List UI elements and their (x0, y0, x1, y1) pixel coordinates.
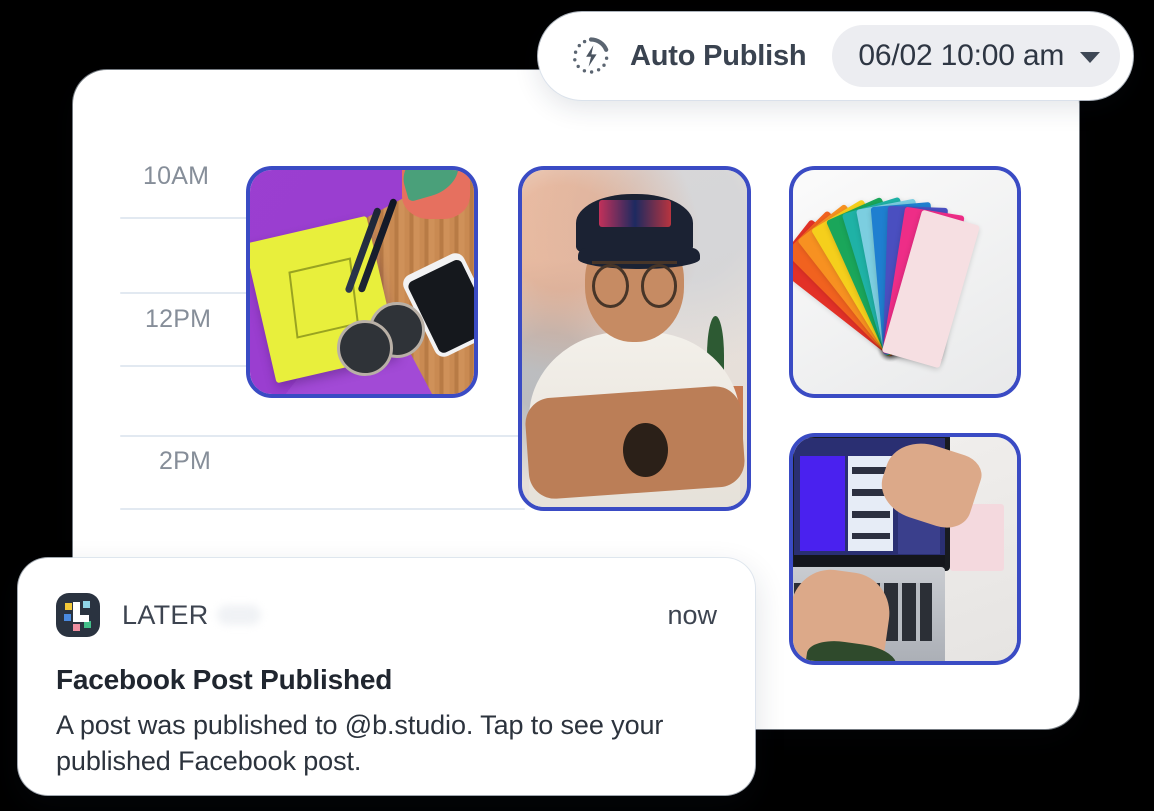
auto-publish-bolt-icon (570, 35, 612, 77)
schedule-datetime-chip[interactable]: 06/02 10:00 am (832, 25, 1121, 87)
notification-timestamp: now (667, 599, 717, 630)
notification-title: Facebook Post Published (56, 664, 393, 695)
notification-header: LATER now (56, 592, 717, 638)
post-thumbnail-flatlay[interactable] (246, 166, 478, 398)
cap-patch (598, 200, 671, 228)
auto-publish-label: Auto Publish (630, 39, 807, 72)
laptop-photo (793, 437, 1017, 661)
time-label-12pm: 12PM (145, 305, 212, 333)
gridline (120, 435, 525, 437)
screenshot-stage: 10AM 12PM 2PM Auto Publish 06/02 10:00 a… (0, 0, 1154, 811)
post-thumbnail-swatches[interactable] (789, 166, 1021, 398)
flatlay-photo (250, 170, 474, 394)
brand-redaction (216, 605, 261, 625)
notification-body: A post was published to @b.studio. Tap t… (56, 710, 664, 776)
swatch-photo (793, 170, 1017, 394)
later-app-icon (56, 593, 100, 637)
portrait-photo (522, 170, 747, 507)
push-notification-card[interactable]: LATER now Facebook Post Published A post… (18, 558, 755, 795)
schedule-datetime-value: 06/02 10:00 am (858, 39, 1065, 72)
post-thumbnail-laptop[interactable] (789, 433, 1021, 665)
post-thumbnail-portrait[interactable] (518, 166, 751, 511)
notification-brand: LATER (122, 599, 209, 630)
eyeglasses-icon (591, 260, 678, 308)
time-label-10am: 10AM (143, 162, 210, 190)
gridline (120, 508, 525, 510)
swatch-fan (793, 170, 1017, 394)
design-canvas (799, 455, 845, 551)
time-label-2pm: 2PM (159, 447, 212, 475)
arm-tattoo (623, 422, 669, 477)
chevron-down-icon[interactable] (1080, 52, 1101, 63)
app-dock (793, 554, 945, 567)
auto-publish-bar[interactable]: Auto Publish 06/02 10:00 am (538, 12, 1134, 100)
